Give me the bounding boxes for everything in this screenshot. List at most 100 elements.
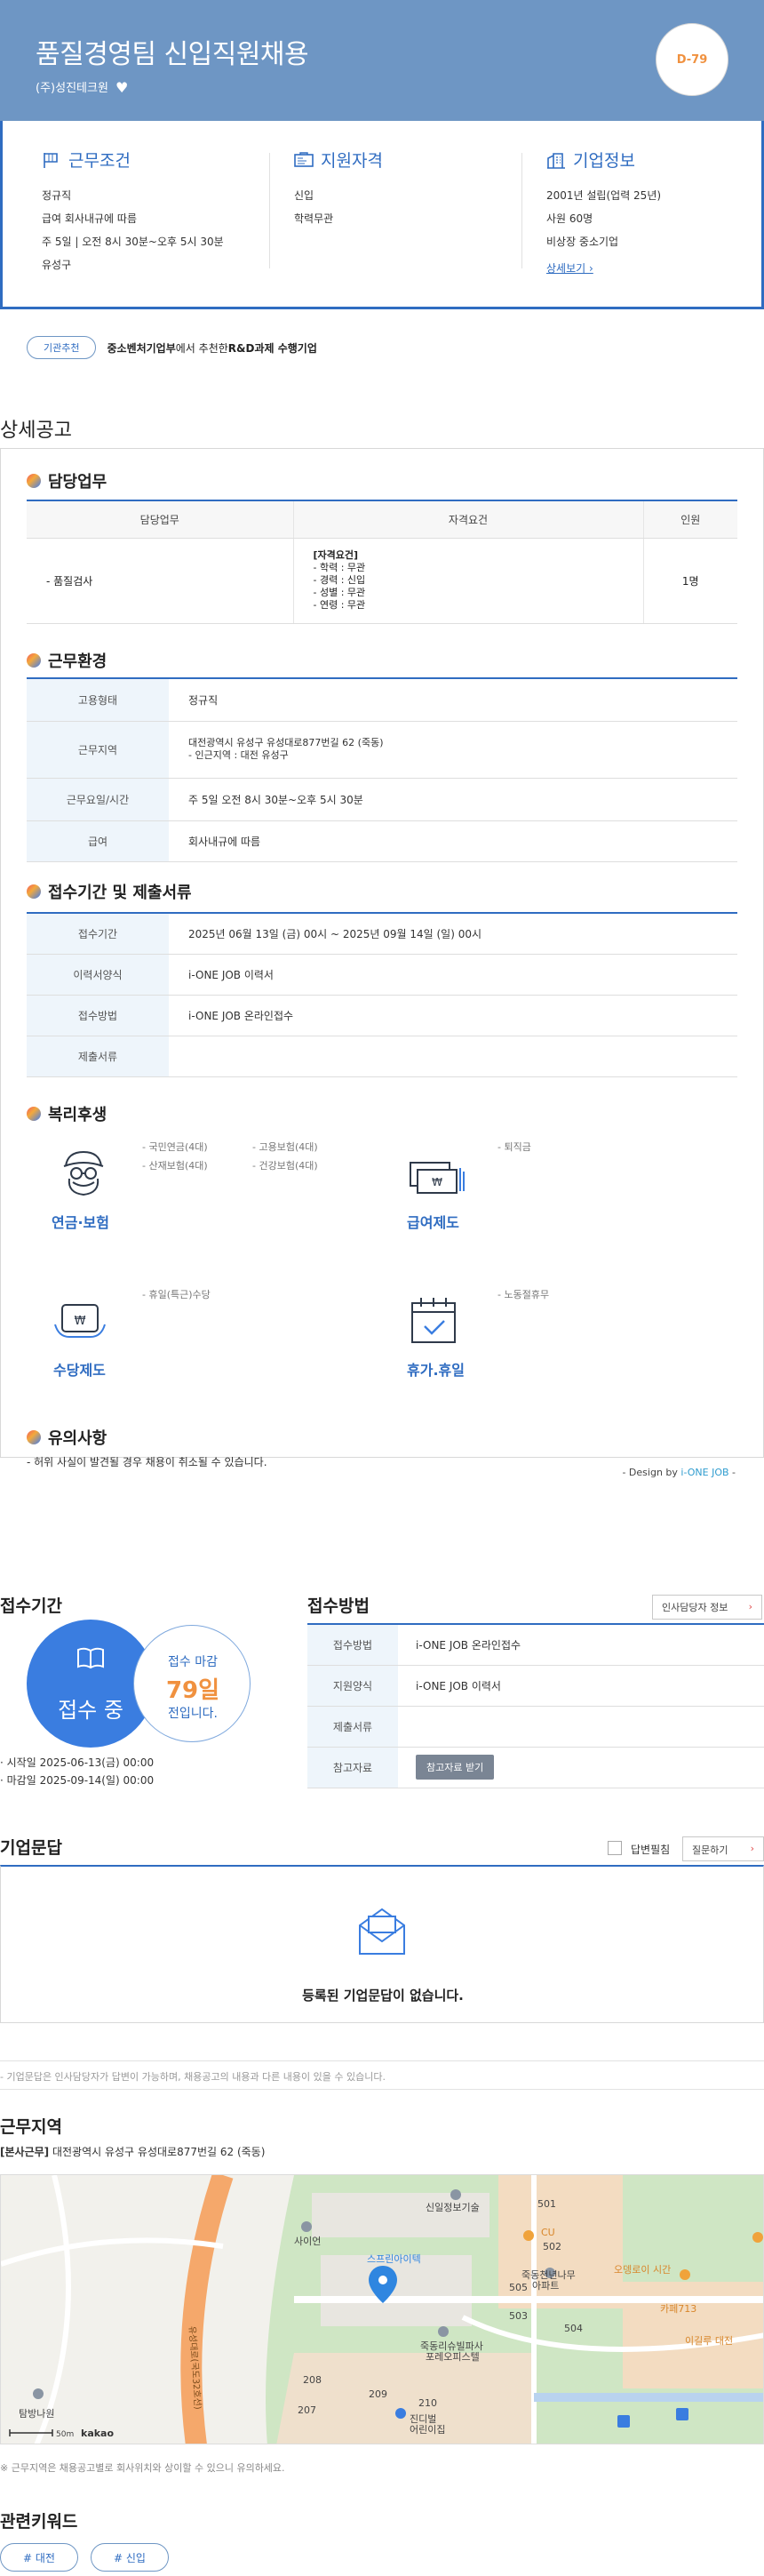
documents-table: 접수기간 2025년 06월 13일 (금) 00시 ~ 2025년 09월 1… (27, 912, 737, 1077)
heart-icon[interactable]: ♥ (115, 79, 128, 96)
keyword-tag[interactable]: # 대전 (0, 2543, 78, 2572)
table-row: 지원양식 i-ONE JOB 이력서 (307, 1665, 764, 1707)
recommendation-agency: 중소벤처기업부 (107, 341, 176, 355)
deadline-circle: 접수 마감 79일 전입니다. (133, 1625, 251, 1742)
map-label: 503 (509, 2310, 528, 2322)
doc-value: i-ONE JOB 온라인접수 (169, 995, 737, 1036)
pension-icon (63, 1150, 104, 1196)
map-label: 209 (369, 2388, 387, 2400)
apply-label: 접수방법 (307, 1624, 398, 1666)
env-value-main: 대전광역시 유성구 유성대로877번길 62 (죽동) (188, 737, 384, 748)
map-label: 스프린아이텍 (367, 2253, 421, 2265)
welfare-item-text: - 퇴직금 (497, 1141, 531, 1153)
welfare-allowance-list: - 휴일(특근)수당 (142, 1285, 211, 1304)
notice-title: 유의사항 (48, 1429, 107, 1448)
hr-info-button-label: 인사담당자 정보 (662, 1602, 728, 1613)
documents-title: 접수기간 및 제출서류 (48, 884, 192, 902)
section-dot-icon (27, 884, 41, 899)
notice-text: - 허위 사실이 발견될 경우 채용이 취소될 수 있습니다. (27, 1456, 267, 1468)
documents-heading: 접수기간 및 제출서류 (27, 880, 192, 903)
doc-label: 제출서류 (27, 1036, 169, 1077)
flag-icon (44, 152, 58, 168)
map-label: 504 (564, 2323, 583, 2334)
table-row: 접수방법 i-ONE JOB 온라인접수 (307, 1624, 764, 1666)
welfare-item-text: - 휴일(특근)수당 (142, 1289, 211, 1300)
deadline-suffix: 전입니다. (168, 1707, 218, 1721)
detail-title: 상세공고 (0, 420, 72, 442)
keyword-tag[interactable]: # 신입 (91, 2543, 169, 2572)
posting-header: 품질경영팀 신입직원채용 (주)성진테크원 ♥ D-79 (0, 0, 764, 121)
design-by: - Design by i-ONE JOB - (622, 1467, 736, 1478)
table-row: 근무요일/시간 주 5일 오전 8시 30분~오후 5시 30분 (27, 778, 737, 821)
welfare-pension-label: 연금·보험 (52, 1214, 109, 1231)
table-row: 고용형태 정규직 (27, 678, 737, 722)
table-row: 급여 회사내규에 따름 (27, 820, 737, 862)
map-label: 208 (303, 2374, 322, 2386)
company-detail-link[interactable]: 상세보기 › (546, 257, 593, 280)
answered-only-checkbox[interactable] (608, 1841, 622, 1855)
recommendation-type: R&D과제 수행기업 (227, 341, 317, 355)
answered-only-label[interactable]: 답변필침 (631, 1842, 670, 1857)
map-label: 카페713 (660, 2303, 696, 2315)
welfare-allowance-label: 수당제도 (53, 1362, 106, 1379)
doc-label: 접수방법 (27, 995, 169, 1036)
svg-text:₩: ₩ (75, 1315, 86, 1328)
welfare-pension-list-b: - 고용보험(4대) - 건강보험(4대) (252, 1138, 318, 1175)
duty-col-header: 담당업무 (27, 500, 294, 539)
summary-company-info: 기업정보 2001년 설립(업력 25년) 사원 60명 비상장 중소기업 상세… (546, 148, 742, 281)
map-label: 포레오피스텔 (426, 2351, 480, 2363)
summary-panel: 근무조건 정규직 급여 회사내규에 따름 주 5일 | 오전 8시 30분~오후… (0, 121, 764, 309)
dday-badge: D-79 (656, 23, 728, 96)
doc-label: 이력서양식 (27, 954, 169, 996)
welfare-item-text: - 산재보험(4대) (142, 1160, 208, 1172)
doc-value: i-ONE JOB 이력서 (169, 954, 737, 996)
company-name-text[interactable]: (주)성진테크원 (36, 82, 108, 95)
welfare-title: 복리후생 (48, 1106, 107, 1124)
count-cell: 1명 (643, 538, 737, 624)
qual-line: - 연령 : 무관 (313, 599, 366, 611)
qa-note: - 기업문답은 인사담당자가 답변이 가능하며, 채용공고의 내용과 다른 내용… (0, 2071, 386, 2083)
recommendation-badge: 기관추천 (27, 336, 97, 359)
period-end: · 마감일 2025-09-14(일) 00:00 (0, 1774, 155, 1787)
company-name[interactable]: (주)성진테크원 ♥ (36, 78, 128, 96)
apply-table: 접수방법 i-ONE JOB 온라인접수 지원양식 i-ONE JOB 이력서 … (307, 1623, 764, 1788)
company-founded: 2001년 설립(업력 25년) (546, 189, 662, 202)
section-dot-icon (27, 1107, 41, 1121)
welfare-item-text: - 고용보험(4대) (252, 1141, 318, 1153)
env-label: 근무요일/시간 (27, 778, 169, 821)
qualification-career: 신입 (294, 189, 314, 202)
period-start: · 시작일 2025-06-13(금) 00:00 (0, 1756, 155, 1769)
apply-value: i-ONE JOB 온라인접수 (398, 1624, 764, 1666)
keywords-title: 관련키워드 (0, 2512, 78, 2532)
divider (0, 2089, 764, 2090)
summary-qualifications-heading: 지원자격 (294, 148, 507, 172)
qualification-education: 학력무관 (294, 212, 334, 225)
company-employees: 사원 60명 (546, 212, 593, 225)
ask-question-button[interactable]: 질문하기 › (682, 1836, 764, 1861)
map-canvas[interactable]: 사이언 신일정보기술 스프린아이텍 죽동천년나무 아파트 죽동리슈빌파사 포레오… (1, 2175, 764, 2444)
apply-label: 참고자료 (307, 1747, 398, 1788)
download-reference-button[interactable]: 참고자료 받기 (416, 1755, 495, 1780)
doc-value: 2025년 06월 13일 (금) 00시 ~ 2025년 09월 14일 (일… (169, 913, 737, 955)
qual-line: - 성별 : 무관 (313, 587, 366, 598)
count-col-header: 인원 (643, 500, 737, 539)
design-by-suffix: - (728, 1467, 736, 1478)
map-label: kakao (81, 2428, 114, 2439)
welfare-salary-label: 급여제도 (407, 1214, 459, 1231)
map-label: 탐방나원 (19, 2408, 54, 2420)
section-dot-icon (27, 1430, 41, 1444)
apply-label: 제출서류 (307, 1706, 398, 1748)
map-label: 오뎅로이 시간 (614, 2264, 671, 2276)
env-value: 대전광역시 유성구 유성대로877번길 62 (죽동) - 인근지역 : 대전 … (169, 721, 737, 779)
hr-info-button[interactable]: 인사담당자 정보 › (652, 1595, 762, 1620)
address: [본사근무] 대전광역시 유성구 유성대로877번길 62 (죽동) (0, 2144, 265, 2159)
chevron-right-icon: › (750, 1843, 754, 1854)
welfare-salary-list: - 퇴직금 (497, 1138, 531, 1156)
condition-location: 유성구 (42, 259, 72, 271)
summary-conditions-heading: 근무조건 (42, 148, 255, 172)
posting-title: 품질경영팀 신입직원채용 (36, 39, 309, 70)
location-map[interactable]: 사이언 신일정보기술 스프린아이텍 죽동천년나무 아파트 죽동리슈빌파사 포레오… (0, 2174, 764, 2444)
map-label: 207 (298, 2404, 316, 2416)
environment-title: 근무환경 (48, 652, 107, 671)
welfare-vacation-list: - 노동절휴무 (497, 1285, 549, 1304)
